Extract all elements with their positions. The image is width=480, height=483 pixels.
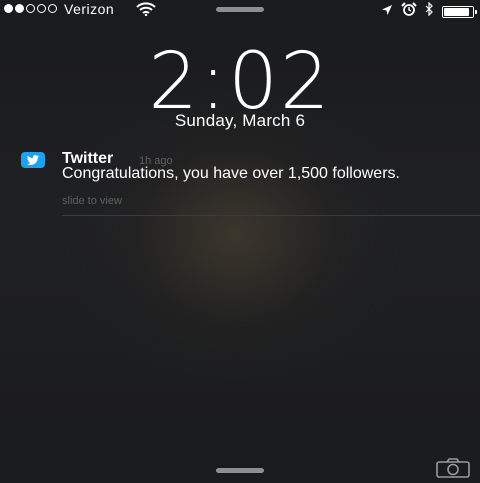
alarm-clock-icon (401, 2, 417, 21)
notification-divider (62, 215, 480, 216)
signal-dot (37, 4, 46, 13)
status-icons (381, 1, 477, 21)
twitter-bird-icon (21, 152, 45, 168)
status-bar: Verizon (0, 0, 480, 18)
clock-time: 2:02 (148, 37, 332, 127)
camera-icon[interactable] (436, 458, 470, 483)
control-center-grabber[interactable] (216, 468, 264, 473)
battery-level-fill (444, 7, 469, 16)
signal-dot (26, 4, 35, 13)
lock-screen-clock: 2:02 (0, 42, 480, 122)
lock-screen-date: Sunday, March 6 (174, 111, 306, 130)
carrier-name: Verizon (64, 1, 115, 17)
notification-center-grabber[interactable] (216, 7, 264, 12)
bluetooth-icon (425, 1, 434, 21)
signal-strength-indicator (4, 4, 57, 13)
slide-to-view-hint: slide to view (62, 195, 122, 207)
location-arrow-icon (381, 3, 393, 21)
signal-dot (4, 4, 13, 13)
battery-icon (442, 5, 477, 18)
wifi-icon (136, 2, 156, 21)
signal-dot (48, 4, 57, 13)
signal-dot (15, 4, 24, 13)
notification-message: Congratulations, you have over 1,500 fol… (62, 165, 400, 182)
